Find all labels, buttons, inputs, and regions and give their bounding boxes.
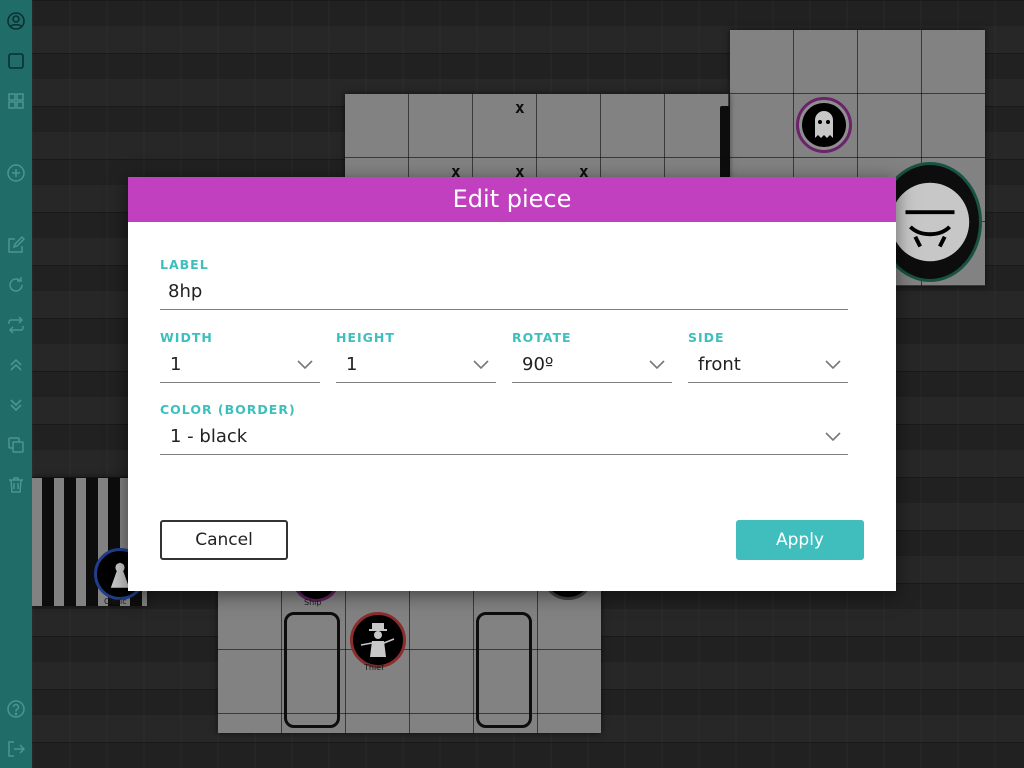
rotate-field-label: ROTATE <box>512 330 572 345</box>
width-field-label: WIDTH <box>160 330 213 345</box>
label-input[interactable]: 8hp <box>160 275 848 310</box>
height-field-label: HEIGHT <box>336 330 395 345</box>
side-select-value: front <box>698 354 741 375</box>
chevron-down-icon <box>649 360 665 370</box>
rotate-select-value: 90º <box>522 354 554 375</box>
side-field-label: SIDE <box>688 330 725 345</box>
height-select[interactable]: 1 <box>336 348 496 383</box>
rotate-select[interactable]: 90º <box>512 348 672 383</box>
width-select[interactable]: 1 <box>160 348 320 383</box>
height-select-value: 1 <box>346 354 358 375</box>
apply-button[interactable]: Apply <box>736 520 864 560</box>
cancel-button[interactable]: Cancel <box>160 520 288 560</box>
side-select[interactable]: front <box>688 348 848 383</box>
chevron-down-icon <box>297 360 313 370</box>
label-input-value: 8hp <box>168 281 203 302</box>
label-field-label: LABEL <box>160 257 209 272</box>
chevron-down-icon <box>473 360 489 370</box>
width-select-value: 1 <box>170 354 182 375</box>
edit-piece-dialog: Edit piece LABEL 8hp WIDTH 1 HEIGHT 1 RO… <box>128 177 896 591</box>
chevron-down-icon <box>825 432 841 442</box>
chevron-down-icon <box>825 360 841 370</box>
color-select-value: 1 - black <box>170 426 248 447</box>
color-field-label: COLOR (BORDER) <box>160 402 296 417</box>
color-select[interactable]: 1 - black <box>160 420 848 455</box>
dialog-title: Edit piece <box>128 177 896 222</box>
